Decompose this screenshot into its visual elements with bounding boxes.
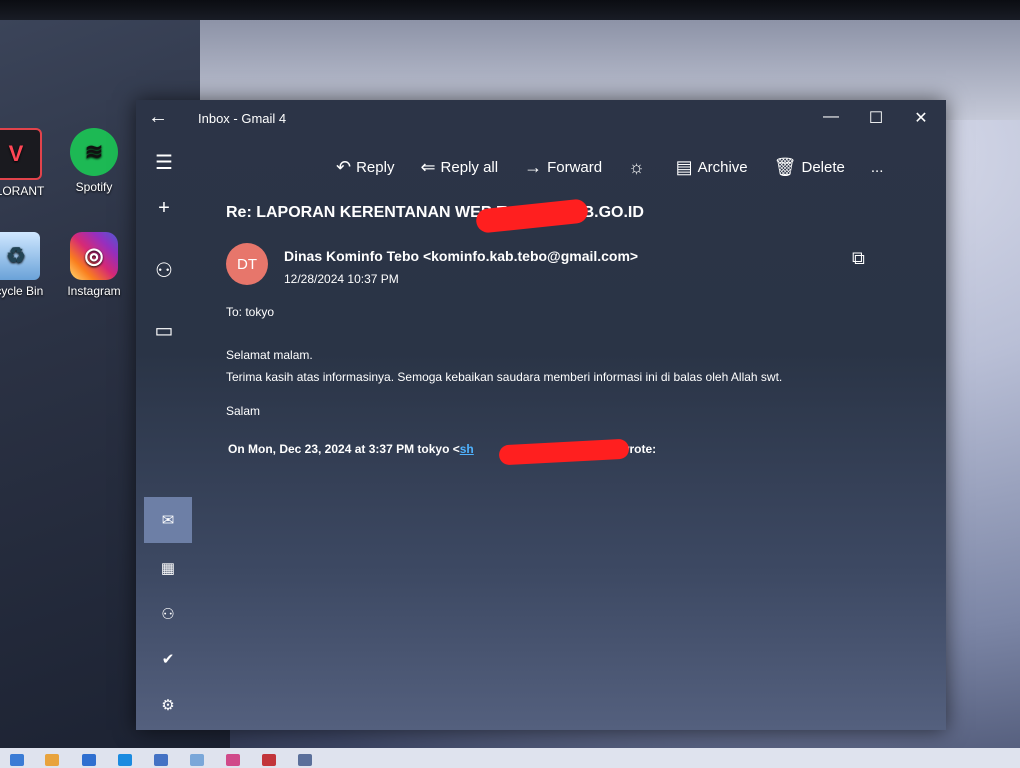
- taskbar-app-icon[interactable]: [45, 754, 59, 766]
- archive-icon: ▤: [675, 156, 693, 177]
- recycle-bin-icon: ♻: [0, 232, 40, 280]
- todo-check-icon[interactable]: ✔: [144, 636, 192, 682]
- desktop-icon-label: Instagram: [67, 284, 121, 298]
- mail-window: ← Inbox - Gmail 4 — ☐ ✕ ☰ + ⚇ ▭ ✉ ▦ ⚇ ✔ …: [136, 100, 946, 730]
- forward-icon: →: [524, 156, 543, 177]
- reply-icon: ↶: [336, 156, 352, 177]
- taskbar-app-icon[interactable]: [190, 754, 204, 766]
- desktop-icon-label: ALORANT: [0, 184, 45, 198]
- sender-email: <kominfo.kab.tebo@gmail.com>: [422, 248, 639, 264]
- quote-prefix: On Mon, Dec 23, 2024 at 3:37 PM tokyo <: [228, 442, 460, 456]
- body-paragraph: Terima kasih atas informasinya. Semoga k…: [226, 370, 783, 384]
- quote-link-start: sh: [459, 442, 474, 456]
- more-actions-button[interactable]: ...: [871, 159, 884, 176]
- spotify-icon: ≋: [70, 128, 118, 176]
- new-mail-plus-icon[interactable]: +: [144, 188, 184, 228]
- forward-button[interactable]: → Forward: [524, 157, 602, 178]
- message-toolbar: ↶ Reply ⇐ Reply all → Forward ☼ ▤ Archiv…: [336, 152, 909, 182]
- desktop-icon-valorant[interactable]: V ALORANT: [0, 128, 52, 198]
- desktop-icon-spotify[interactable]: ≋ Spotify: [58, 128, 130, 194]
- window-title: Inbox - Gmail 4: [198, 111, 287, 126]
- delete-button[interactable]: 🗑 Delete: [774, 157, 845, 178]
- desktop-icon-recycle-bin[interactable]: ♻ ecycle Bin: [0, 232, 52, 298]
- message-date: 12/28/2024 10:37 PM: [284, 272, 399, 286]
- body-greeting: Selamat malam.: [226, 348, 313, 362]
- desktop-icon-label: ecycle Bin: [0, 284, 44, 298]
- taskbar: [0, 748, 1020, 768]
- taskbar-app-icon[interactable]: [118, 754, 132, 766]
- settings-gear-icon[interactable]: ⚙: [144, 682, 192, 728]
- forward-label: Forward: [547, 158, 603, 176]
- valorant-icon: V: [0, 128, 42, 180]
- desktop-icon-label: Spotify: [75, 180, 113, 194]
- taskbar-app-icon[interactable]: [82, 754, 96, 766]
- sender-line: Dinas Kominfo Tebo <kominfo.kab.tebo@gma…: [284, 248, 638, 264]
- taskbar-app-icon[interactable]: [298, 754, 312, 766]
- taskbar-app-icon[interactable]: [262, 754, 276, 766]
- reply-all-button[interactable]: ⇐ Reply all: [420, 157, 498, 178]
- open-in-new-window-icon[interactable]: ⧉: [852, 248, 865, 269]
- subject-suffix: B.GO.ID: [582, 204, 644, 221]
- sun-gear-icon: ☼: [628, 156, 645, 177]
- sender-avatar: DT: [226, 243, 268, 285]
- folder-icon[interactable]: ▭: [144, 310, 184, 350]
- title-bar: ← Inbox - Gmail 4 — ☐ ✕: [136, 100, 946, 136]
- reply-all-label: Reply all: [440, 158, 499, 176]
- back-arrow-icon[interactable]: ←: [148, 106, 168, 129]
- taskbar-app-icon[interactable]: [226, 754, 240, 766]
- reply-button[interactable]: ↶ Reply: [336, 157, 394, 178]
- taskbar-app-icon[interactable]: [10, 754, 24, 766]
- sender-name: Dinas Kominfo Tebo: [284, 248, 420, 264]
- action-settings-button[interactable]: ☼: [628, 157, 650, 178]
- reply-all-icon: ⇐: [420, 156, 436, 177]
- subject-prefix: Re: LAPORAN KERENTANAN WEB T: [226, 204, 507, 221]
- recipient-line: To: tokyo: [226, 305, 275, 319]
- more-dots-icon: ...: [870, 158, 884, 176]
- desktop-icon-instagram[interactable]: ◎ Instagram: [58, 232, 130, 298]
- minimize-button[interactable]: —: [816, 108, 846, 126]
- taskbar-app-icon[interactable]: [154, 754, 168, 766]
- left-rail: ☰ + ⚇ ▭ ✉ ▦ ⚇ ✔ ⚙: [136, 136, 192, 730]
- delete-label: Delete: [801, 158, 845, 176]
- mail-nav-icon[interactable]: ✉: [144, 497, 192, 543]
- reply-label: Reply: [356, 158, 395, 176]
- archive-label: Archive: [697, 158, 748, 176]
- archive-button[interactable]: ▤ Archive: [676, 157, 748, 178]
- account-person-icon[interactable]: ⚇: [144, 250, 184, 290]
- body-closing: Salam: [226, 404, 261, 418]
- trash-icon: 🗑: [773, 156, 797, 177]
- instagram-icon: ◎: [70, 232, 118, 280]
- maximize-button[interactable]: ☐: [861, 108, 891, 128]
- calendar-nav-icon[interactable]: ▦: [144, 545, 192, 591]
- people-nav-icon[interactable]: ⚇: [144, 591, 192, 637]
- close-button[interactable]: ✕: [906, 108, 936, 128]
- hamburger-menu-icon[interactable]: ☰: [144, 142, 184, 182]
